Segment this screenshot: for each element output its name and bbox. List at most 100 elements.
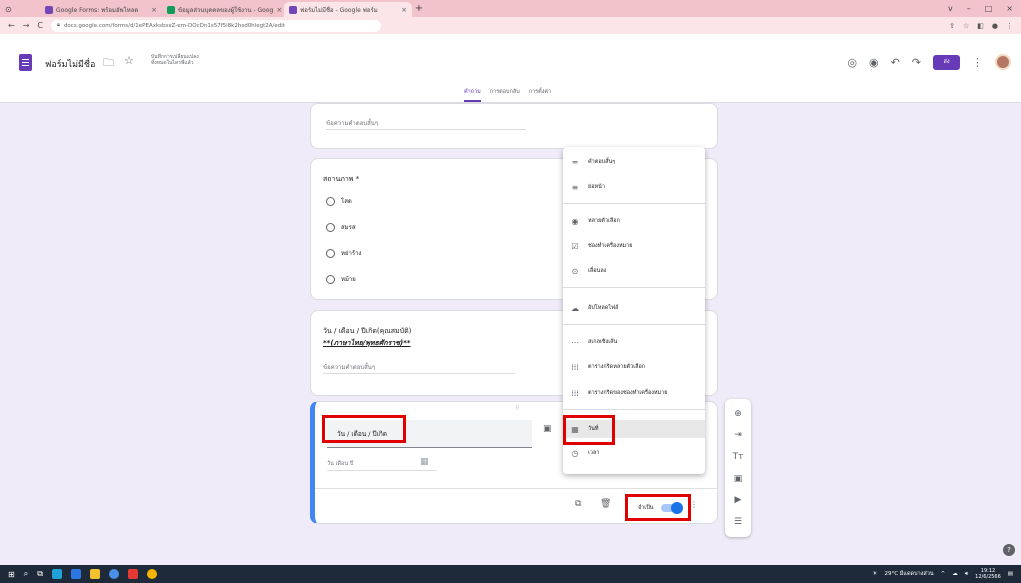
back-icon[interactable]: ← [8,21,15,30]
close-tab-icon[interactable]: × [276,6,282,14]
redo-icon[interactable]: ↷ [912,56,921,69]
question-card[interactable]: ข้อความคำตอบสั้นๆ [310,103,718,149]
dropdown-icon: ⊙ [571,266,579,276]
delete-icon[interactable]: 🗑︎ [600,499,611,509]
tab-responses[interactable]: การตอบกลับ [490,88,520,102]
browser-tab[interactable]: ⊙ [0,2,40,17]
radio-icon[interactable] [326,274,335,284]
menu-item-checkbox-grid[interactable]: ⁞⁞⁞ ตารางกริดของช่องทำเครื่องหมาย [563,384,705,402]
saved-status: บันทึกการเปลี่ยนแปลงทั้งหมดในไดรฟ์แล้ว [151,54,199,66]
network-icon[interactable]: ☁ [952,571,958,577]
weather-text[interactable]: 29°C มีแดดบางส่วน [884,570,933,578]
card-divider [315,488,718,489]
system-tray: ☀ 29°C มีแดดบางส่วน ^ ☁ 🔊︎ 19:12 12/6/25… [873,568,1013,580]
sidebar-icon[interactable]: ◧ [977,22,984,30]
browser-actions: ⇪ ☆ ◧ ● ⋮ [949,22,1013,30]
add-title-icon[interactable]: Tт [733,452,744,462]
option-row[interactable]: โสด [326,196,352,206]
radio-icon[interactable] [326,222,335,232]
option-row[interactable]: หย่าร้าง [326,248,361,258]
store-icon[interactable] [51,569,62,579]
share-icon[interactable]: ⇪ [949,22,955,30]
avatar[interactable] [995,54,1011,70]
notifications-icon[interactable]: ▤ [1008,571,1013,577]
new-tab-button[interactable]: + [412,3,426,14]
answer-underline [326,129,526,130]
menu-item-multiple-choice[interactable]: ◉ หลายตัวเลือก [563,212,705,230]
annotation-box-question [322,415,406,443]
more-icon[interactable]: ⋮ [972,56,983,69]
menu-item-checkboxes[interactable]: ☑ ช่องทำเครื่องหมาย [563,237,705,255]
url-field[interactable]: 🔒︎ docs.google.com/forms/d/1ePEAxksbsxZ-… [51,19,381,32]
tab-search-icon[interactable]: v [948,4,953,13]
short-answer-placeholder: ข้อความคำตอบสั้นๆ [326,120,379,127]
forms-header: ฟอร์มไม่มีชื่อ 🗀 ☆ บันทึกการเปลี่ยนแปลงท… [0,34,1021,103]
minimize-button[interactable]: – [967,4,971,13]
edge-icon[interactable] [108,569,119,579]
star-icon[interactable]: ☆ [963,22,969,30]
image-icon[interactable]: ▣ [543,424,552,434]
browser-tab[interactable]: ข้อมูลส่วนบุคคลของผู้ใช้งาน - Goog × [162,2,284,17]
search-icon[interactable]: ⌕ [24,569,28,579]
palette-icon[interactable]: ◎ [847,56,857,69]
form-tabs: คำถาม การตอบกลับ การตั้งค่า [464,88,551,102]
form-title[interactable]: ฟอร์มไม่มีชื่อ [45,57,95,71]
task-view-icon[interactable]: ⧉ [37,569,43,579]
tray-chevron-icon[interactable]: ^ [941,571,946,577]
close-tab-icon[interactable]: × [401,6,407,14]
chrome-icon[interactable] [146,569,157,579]
lock-icon: 🔒︎ [57,22,60,28]
menu-item-short-answer[interactable]: ═ คำตอบสั้นๆ [563,153,705,171]
more-options-icon[interactable]: ⋮ [690,500,698,509]
add-video-icon[interactable]: ▶ [735,495,742,505]
add-image-icon[interactable]: ▣ [734,474,743,484]
browser-tab[interactable]: Google Forms: พร้อมอัพโหลด × [40,2,162,17]
menu-item-file-upload[interactable]: ☁ อัปโหลดไฟล์ [563,299,705,317]
radio-icon[interactable] [326,248,335,258]
add-question-icon[interactable]: ⊕ [734,409,742,419]
clock[interactable]: 19:12 12/6/2566 [975,568,1001,580]
close-tab-icon[interactable]: × [151,6,157,14]
calendar-icon: ▦ [420,457,429,467]
clock-icon: ◷ [571,448,579,458]
date-placeholder: วัน เดือน ปี [327,461,354,467]
menu-item-linear-scale[interactable]: ⋯ สเกลเชิงเส้น [563,333,705,351]
folder-icon[interactable]: 🗀 [103,54,114,73]
menu-item-dropdown[interactable]: ⊙ เลื่อนลง [563,262,705,280]
explorer-icon[interactable] [89,569,100,579]
tab-questions[interactable]: คำถาม [464,88,481,102]
menu-item-mc-grid[interactable]: ⁞⁞⁞ ตารางกริดหลายตัวเลือก [563,358,705,376]
radio-icon: ◉ [571,216,579,226]
profile-icon[interactable]: ● [992,22,998,30]
duplicate-icon[interactable]: ⧉ [575,499,581,509]
short-answer-icon: ═ [572,157,578,167]
tab-settings[interactable]: การตั้งค่า [529,88,551,102]
radio-icon[interactable] [326,196,335,206]
address-bar: ← → C 🔒︎ docs.google.com/forms/d/1ePEAxk… [0,17,1021,34]
maximize-button[interactable]: □ [985,4,993,13]
forms-logo-icon[interactable] [19,54,32,71]
windows-start-icon[interactable]: ⊞ [8,570,15,579]
help-icon[interactable]: ? [1003,544,1015,556]
volume-icon[interactable]: 🔊︎ [965,571,968,578]
mail-icon[interactable] [70,569,81,579]
star-icon[interactable]: ☆ [124,54,134,67]
preview-icon[interactable]: ◉ [869,56,879,69]
menu-item-paragraph[interactable]: ≡ ย่อหน้า [563,178,705,196]
undo-icon[interactable]: ↶ [891,56,900,69]
option-row[interactable]: สมรส [326,222,356,232]
menu-item-time[interactable]: ◷ เวลา [563,444,705,462]
send-button[interactable]: ส่ง [933,54,960,70]
drag-handle-icon[interactable]: ⠿ [515,405,519,412]
app-icon[interactable] [127,569,138,579]
question-title: วัน / เดือน / ปีเกิด(คุณสมบัติ) [323,327,412,335]
browser-tab-active[interactable]: ฟอร์มไม่มีชื่อ - Google ฟอร์ม × [284,2,412,17]
question-title: สถานภาพ * [323,175,360,183]
option-row[interactable]: หม้าย [326,274,356,284]
import-questions-icon[interactable]: ⇥ [734,430,742,440]
close-window-button[interactable]: × [1006,4,1013,13]
reload-icon[interactable]: C [37,21,43,30]
forward-icon[interactable]: → [23,21,30,30]
add-section-icon[interactable]: ☰ [734,517,742,527]
menu-icon[interactable]: ⋮ [1006,22,1013,30]
